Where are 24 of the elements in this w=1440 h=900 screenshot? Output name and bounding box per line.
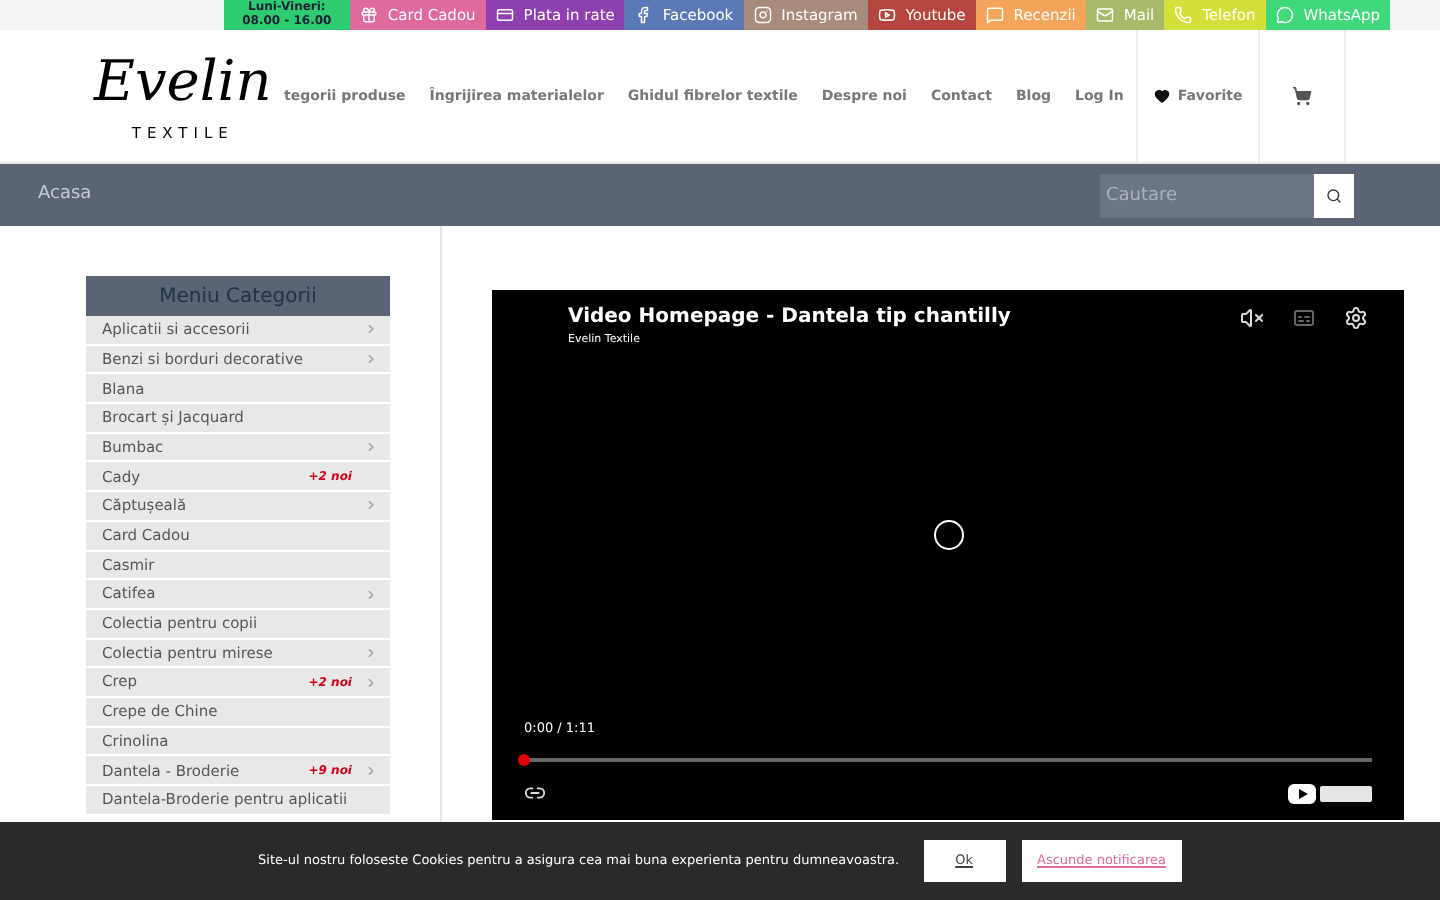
- youtube-logo-icon[interactable]: [1288, 782, 1372, 804]
- instagram-icon: [753, 6, 772, 24]
- chat-icon: [985, 6, 1004, 24]
- search-button[interactable]: [1314, 173, 1354, 217]
- heart-icon: [1153, 88, 1170, 104]
- settings-icon[interactable]: [1344, 306, 1368, 330]
- breadcrumb-link[interactable]: Acasa: [38, 181, 92, 209]
- youtube-icon: [877, 6, 896, 24]
- captions-icon[interactable]: [1292, 306, 1316, 330]
- cart-icon: [1292, 86, 1313, 106]
- mail-icon: [1095, 6, 1114, 24]
- loading-spinner: [933, 519, 963, 550]
- facebook-icon: [634, 6, 653, 24]
- mute-icon[interactable]: [1240, 306, 1264, 330]
- search-field[interactable]: Cautare: [1100, 173, 1314, 217]
- link-icon[interactable]: [524, 782, 546, 804]
- whatsapp-icon: [1275, 6, 1294, 24]
- gift-icon: [359, 6, 378, 24]
- progress-thumb[interactable]: [518, 754, 530, 766]
- search-icon: [1326, 187, 1342, 203]
- sidebar-title: Meniu Categorii: [86, 276, 390, 316]
- phone-icon: [1174, 6, 1193, 24]
- video-title: Video Homepage - Dantela tip chantilly: [568, 304, 1011, 332]
- credit-card-icon: [495, 6, 514, 24]
